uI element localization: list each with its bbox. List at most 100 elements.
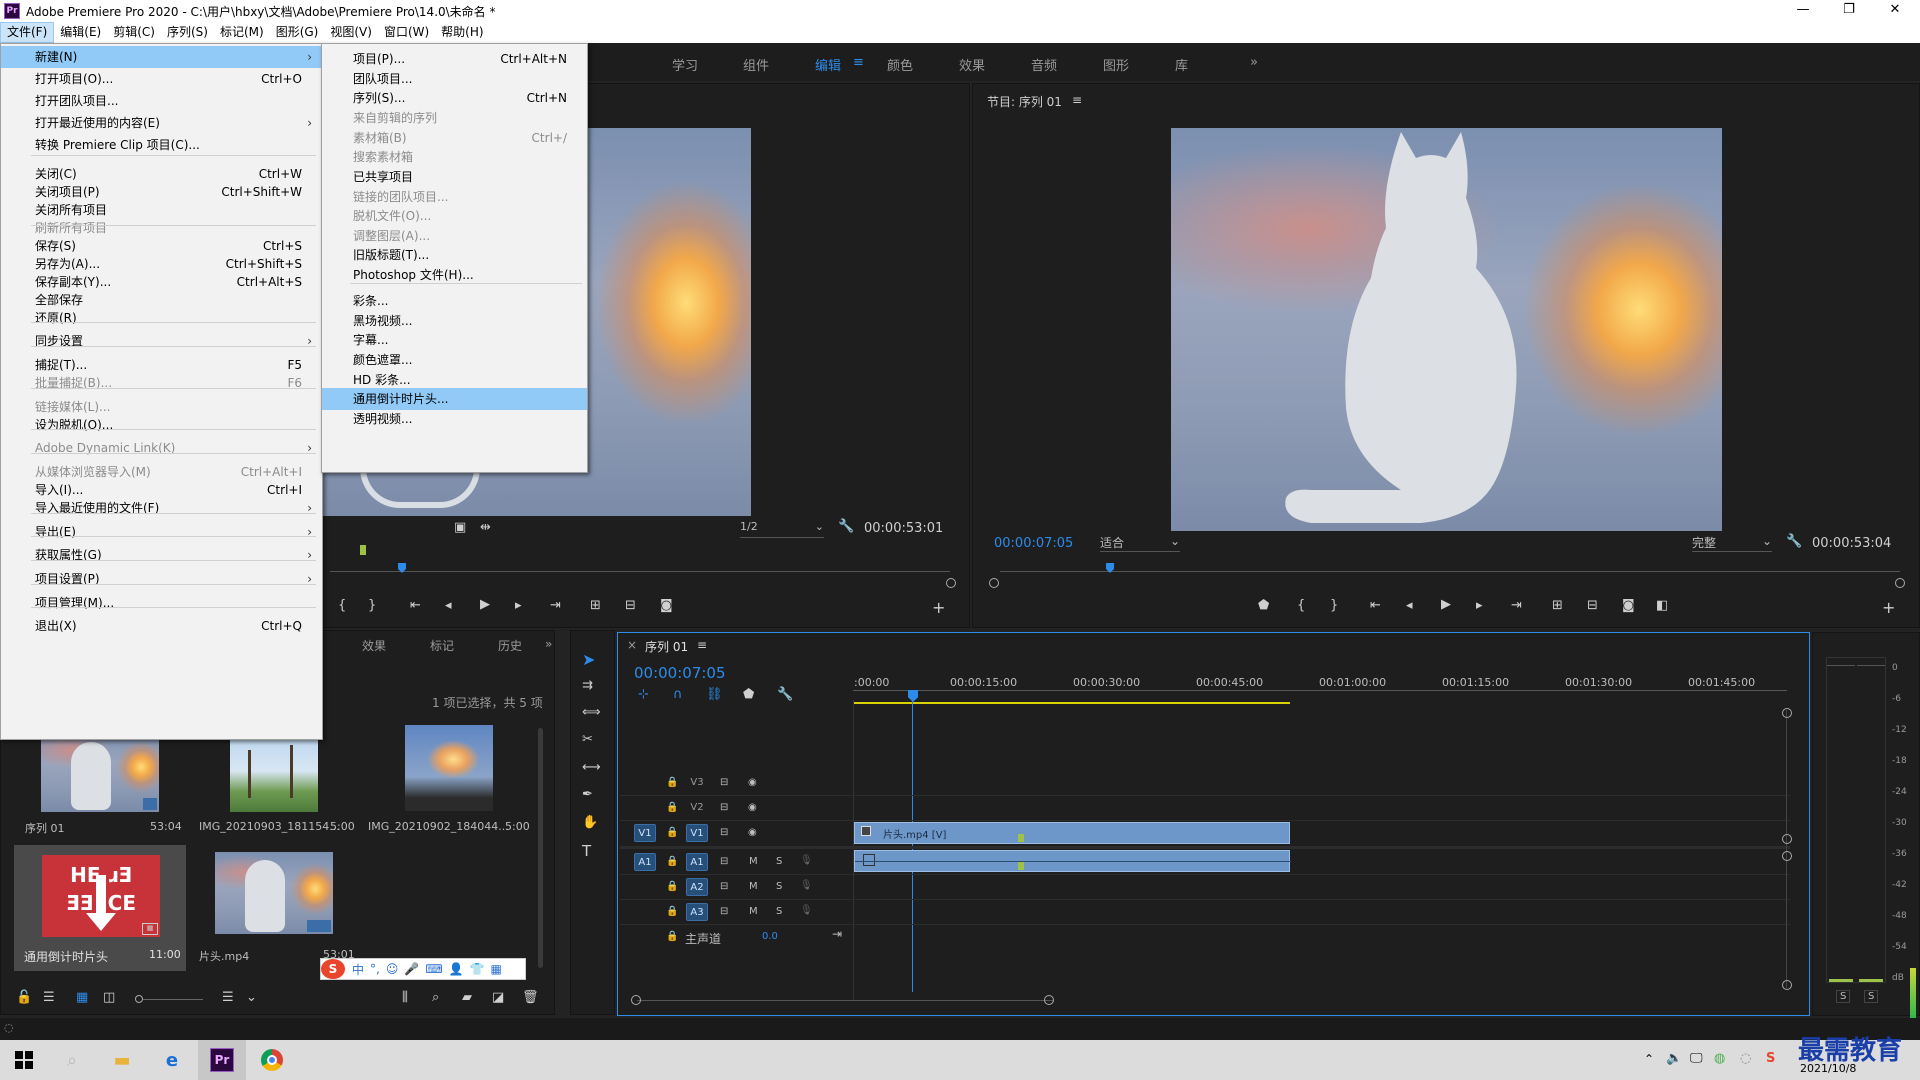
source-resolution-select[interactable]: 1/2 ⌄: [740, 520, 824, 538]
timeline-timecode[interactable]: 00:00:07:05: [634, 664, 726, 682]
meter-solo-right[interactable]: S: [1864, 990, 1879, 1003]
program-timecode[interactable]: 00:00:07:05: [994, 536, 1073, 551]
insert-clip-icon[interactable]: ⊞: [590, 598, 601, 613]
source-scrub-bar[interactable]: [330, 571, 950, 572]
track-target-v3[interactable]: V3: [686, 774, 708, 792]
project-item-countdown[interactable]: HE ɹƎ ƎƎ ICE ▦ 通用倒计时片头 11:00: [14, 845, 186, 971]
edge-browser-icon[interactable]: e: [148, 1040, 196, 1080]
menu-window[interactable]: 窗口(W): [378, 22, 435, 43]
camera-icon[interactable]: ◙: [1622, 598, 1635, 613]
audio-clip[interactable]: [854, 850, 1291, 872]
eye-icon[interactable]: ◉: [748, 827, 757, 838]
lock-icon[interactable]: 🔒: [666, 802, 678, 813]
ime-punct-icon[interactable]: °,: [370, 962, 380, 976]
source-patch-v1[interactable]: V1: [634, 824, 656, 842]
timeline-ruler[interactable]: [853, 690, 1787, 691]
ripple-edit-tool-icon[interactable]: ⟺: [582, 705, 601, 720]
menu-file[interactable]: 文件(F): [0, 22, 55, 43]
solo-button[interactable]: S: [776, 856, 782, 867]
file-menu-item[interactable]: 项目管理(M)...: [1, 592, 322, 614]
wrench-icon[interactable]: 🔧: [777, 687, 793, 702]
file-menu-item[interactable]: 转换 Premiere Clip 项目(C)...: [1, 134, 322, 156]
timeline-tab-close-icon[interactable]: ×: [627, 638, 637, 652]
go-to-in-icon[interactable]: ⇤: [1370, 598, 1381, 613]
file-explorer-icon[interactable]: ▬: [98, 1040, 146, 1080]
step-forward-icon[interactable]: ▸: [515, 598, 522, 613]
selection-tool-icon[interactable]: ➤: [582, 650, 595, 669]
sync-lock-icon[interactable]: ⊟: [720, 856, 728, 867]
menu-graphics[interactable]: 图形(G): [270, 22, 325, 43]
export-frame-icon[interactable]: ▣: [454, 520, 466, 535]
file-menu-item[interactable]: 获取属性(G) ›: [1, 544, 322, 566]
network-icon[interactable]: 🖵: [1690, 1051, 1703, 1066]
camera-icon[interactable]: ◙: [660, 598, 673, 613]
vertical-zoom-handle[interactable]: [1782, 834, 1792, 844]
freeform-view-icon[interactable]: ◫: [103, 990, 115, 1005]
eye-icon[interactable]: ◉: [748, 777, 757, 788]
timeline-tab[interactable]: 序列 01: [645, 638, 688, 655]
menu-marker[interactable]: 标记(M): [214, 22, 270, 43]
type-tool-icon[interactable]: T: [582, 842, 591, 860]
mute-button[interactable]: M: [749, 906, 758, 917]
master-volume-value[interactable]: 0.0: [762, 931, 778, 942]
menu-sequence[interactable]: 序列(S): [161, 22, 214, 43]
workspace-tab-color[interactable]: 颜色: [887, 55, 913, 74]
source-patch-a1[interactable]: A1: [634, 853, 656, 871]
mute-button[interactable]: M: [749, 881, 758, 892]
search-icon[interactable]: ⌕: [432, 990, 439, 1005]
workspace-tab-editing[interactable]: 编辑: [815, 55, 841, 74]
mark-out-icon[interactable]: }: [1330, 598, 1338, 613]
program-zoom-handle-left[interactable]: [989, 578, 999, 588]
panel-tab-effects[interactable]: 效果: [362, 637, 386, 654]
workspace-tab-assembly[interactable]: 组件: [743, 55, 769, 74]
project-item-img-2[interactable]: IMG_20210902_184044... 5:00: [368, 725, 535, 842]
project-item-img-1[interactable]: IMG_20210903_181154... 5:00: [195, 730, 360, 842]
lock-icon[interactable]: 🔒: [666, 777, 678, 788]
workspace-tab-libraries[interactable]: 库: [1175, 55, 1188, 74]
horizontal-zoom-handle[interactable]: [631, 995, 641, 1005]
volume-icon[interactable]: 🔈: [1666, 1051, 1682, 1066]
go-to-end-icon[interactable]: ⇥: [832, 927, 842, 941]
track-target-v1[interactable]: V1: [686, 824, 708, 842]
track-target-v2[interactable]: V2: [686, 799, 708, 817]
comparison-view-icon[interactable]: ◧: [1656, 598, 1668, 613]
program-quality-select[interactable]: 完整 ⌄: [1692, 534, 1772, 552]
pen-tool-icon[interactable]: ✒: [582, 787, 593, 802]
step-forward-icon[interactable]: ▸: [1476, 598, 1483, 613]
mark-in-icon[interactable]: {: [1297, 598, 1305, 613]
mark-in-icon[interactable]: {: [338, 598, 346, 613]
track-select-tool-icon[interactable]: ⇉: [582, 678, 593, 693]
solo-button[interactable]: S: [776, 906, 782, 917]
hand-tool-icon[interactable]: ✋: [582, 815, 598, 830]
lock-icon[interactable]: 🔒: [666, 906, 678, 917]
lock-icon[interactable]: 🔓: [16, 990, 32, 1005]
mark-out-icon[interactable]: }: [368, 598, 376, 613]
work-area-bar[interactable]: [854, 702, 1290, 704]
microphone-icon[interactable]: 🎙: [800, 880, 813, 891]
razor-tool-icon[interactable]: ✂: [582, 732, 593, 747]
source-zoom-handle[interactable]: [946, 578, 956, 588]
wrench-icon[interactable]: 🔧: [1786, 534, 1802, 549]
tray-app-icon[interactable]: ◍: [1714, 1051, 1725, 1066]
menu-help[interactable]: 帮助(H): [435, 22, 489, 43]
go-to-in-icon[interactable]: ⇤: [410, 598, 421, 613]
meter-solo-left[interactable]: S: [1836, 990, 1851, 1003]
file-menu-item[interactable]: 打开项目(O)... Ctrl+O: [1, 68, 322, 90]
ime-emoji-icon[interactable]: ☺: [386, 962, 399, 976]
track-target-a1[interactable]: A1: [686, 853, 708, 871]
add-marker-icon[interactable]: ⬟: [743, 687, 754, 702]
sort-icon[interactable]: ☰: [222, 990, 234, 1005]
program-zoom-select[interactable]: 适合 ⌄: [1100, 534, 1180, 552]
file-menu-item[interactable]: 打开团队项目...: [1, 90, 322, 112]
close-button[interactable]: ✕: [1872, 0, 1918, 22]
add-marker-icon[interactable]: ⬟: [1258, 598, 1269, 613]
workspace-overflow-icon[interactable]: »: [1250, 55, 1258, 70]
horizontal-zoom-handle[interactable]: [1044, 995, 1054, 1005]
program-monitor-title[interactable]: 节目: 序列 01: [987, 93, 1062, 110]
sync-lock-icon[interactable]: ⊟: [720, 827, 728, 838]
file-menu-item[interactable]: 项目设置(P) ›: [1, 568, 322, 590]
file-menu-item[interactable]: 新建(N) ›: [1, 46, 322, 68]
tray-chevron-icon[interactable]: ⌃: [1644, 1052, 1654, 1066]
menu-clip[interactable]: 剪辑(C): [107, 22, 161, 43]
file-menu-item[interactable]: 还原(R): [1, 307, 322, 329]
